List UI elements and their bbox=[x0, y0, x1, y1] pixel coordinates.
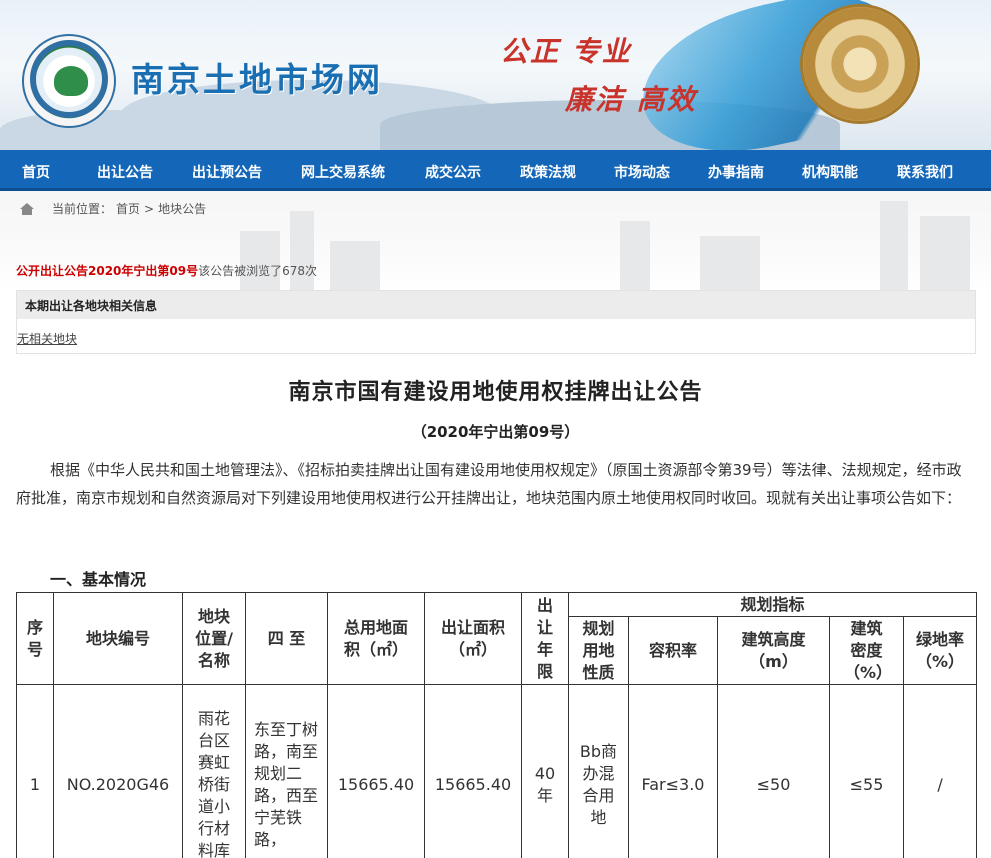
header-location: 地块位置/名称 bbox=[182, 592, 246, 685]
view-count: 该公告被浏览了678次 bbox=[198, 264, 318, 278]
breadcrumb-home-link[interactable]: 首页 bbox=[116, 200, 140, 217]
logo-emblem bbox=[54, 66, 88, 96]
building-decoration bbox=[620, 221, 650, 291]
header-seq: 序号 bbox=[16, 592, 54, 685]
slogan-line-1: 公正 专业 bbox=[500, 35, 632, 68]
header-total-area: 总用地面积（㎡） bbox=[327, 592, 425, 685]
site-logo[interactable] bbox=[22, 34, 116, 128]
nav-item-pre-notice[interactable]: 出让预公告 bbox=[192, 162, 262, 182]
nav-item-organization[interactable]: 机构职能 bbox=[802, 162, 858, 182]
document-title: 南京市国有建设用地使用权挂牌出让公告 bbox=[288, 380, 703, 405]
related-plots-link[interactable]: 无相关地块 bbox=[17, 330, 77, 347]
nav-item-transfer-notice[interactable]: 出让公告 bbox=[97, 162, 153, 182]
breadcrumb: 当前位置： 首页 > 地块公告 bbox=[20, 200, 206, 217]
header-land-use: 规划用地性质 bbox=[568, 616, 629, 685]
sundial-image bbox=[800, 4, 920, 124]
header-height: 建筑高度（m） bbox=[717, 616, 830, 685]
header-transfer-area: 出让面积（㎡） bbox=[424, 592, 522, 685]
nav-item-online-trading[interactable]: 网上交易系统 bbox=[301, 162, 385, 182]
cell-transfer-area: 15665.40 bbox=[424, 684, 522, 858]
breadcrumb-current[interactable]: 地块公告 bbox=[158, 200, 206, 217]
building-decoration bbox=[290, 211, 314, 291]
cell-plot-no: NO.2020G46 bbox=[53, 684, 183, 858]
building-decoration bbox=[330, 241, 380, 291]
cell-green: / bbox=[902, 684, 978, 858]
mountain-decoration bbox=[0, 110, 220, 150]
announcement-line: 公开出让公告2020年宁出第09号该公告被浏览了678次 bbox=[16, 262, 317, 279]
cell-land-use: Bb商办混合用地 bbox=[568, 684, 629, 858]
related-plots-heading: 本期出让各地块相关信息 bbox=[17, 291, 975, 319]
header-term: 出让年限 bbox=[521, 592, 569, 685]
header-boundary: 四 至 bbox=[245, 592, 328, 685]
announcement-title: 公开出让公告2020年宁出第09号 bbox=[16, 264, 199, 278]
cell-density: ≤55 bbox=[829, 684, 904, 858]
nav-item-contact[interactable]: 联系我们 bbox=[897, 162, 953, 182]
cell-seq: 1 bbox=[16, 684, 54, 858]
table-row: 1 NO.2020G46 雨花台区赛虹桥街道小行材料库 东至丁树路，南至规划二路… bbox=[16, 684, 978, 858]
building-decoration bbox=[880, 201, 908, 291]
site-name: 南京土地市场网 bbox=[131, 60, 383, 99]
section-heading: 一、基本情况 bbox=[50, 570, 147, 589]
building-decoration bbox=[240, 231, 280, 291]
header-plot-no: 地块编号 bbox=[53, 592, 183, 685]
main-nav: 首页 出让公告 出让预公告 网上交易系统 成交公示 政策法规 市场动态 办事指南… bbox=[0, 150, 991, 191]
header-far: 容积率 bbox=[628, 616, 718, 685]
cell-term: 40年 bbox=[521, 684, 569, 858]
nav-item-market-news[interactable]: 市场动态 bbox=[614, 162, 670, 182]
basic-info-table: 序号 地块编号 地块位置/名称 四 至 总用地面积（㎡） 出让面积（㎡） 出让年… bbox=[16, 592, 978, 858]
home-icon bbox=[20, 202, 34, 215]
slogan-line-2: 廉洁 高效 bbox=[565, 83, 697, 116]
cell-location: 雨花台区赛虹桥街道小行材料库 bbox=[182, 684, 246, 858]
header-density: 建筑密度（%） bbox=[829, 616, 904, 685]
nav-item-deal-publicity[interactable]: 成交公示 bbox=[425, 162, 481, 182]
document-paragraph: 根据《中华人民共和国土地管理法》、《招标拍卖挂牌出让国有建设用地使用权规定》（原… bbox=[16, 461, 962, 507]
related-plots-box: 本期出让各地块相关信息 无相关地块 bbox=[16, 290, 976, 354]
nav-item-home[interactable]: 首页 bbox=[22, 162, 50, 182]
nav-item-policies[interactable]: 政策法规 bbox=[520, 162, 576, 182]
cell-height: ≤50 bbox=[717, 684, 830, 858]
table-header-row: 序号 地块编号 地块位置/名称 四 至 总用地面积（㎡） 出让面积（㎡） 出让年… bbox=[16, 592, 978, 685]
nav-item-guide[interactable]: 办事指南 bbox=[708, 162, 764, 182]
document-subtitle: （2020年宁出第09号） bbox=[411, 423, 580, 441]
header-planning: 规划指标 bbox=[567, 592, 978, 617]
header-green: 绿地率（%） bbox=[902, 616, 978, 685]
cell-total-area: 15665.40 bbox=[327, 684, 425, 858]
cell-boundary: 东至丁树路，南至规划二路，西至宁芜铁路， bbox=[245, 684, 328, 858]
cell-far: Far≤3.0 bbox=[628, 684, 718, 858]
header-banner: 南京土地市场网 公正 专业 廉洁 高效 bbox=[0, 0, 991, 150]
breadcrumb-prefix: 当前位置： bbox=[52, 202, 113, 216]
breadcrumb-separator: > bbox=[144, 201, 155, 216]
building-decoration bbox=[700, 236, 760, 291]
building-decoration bbox=[920, 216, 970, 291]
